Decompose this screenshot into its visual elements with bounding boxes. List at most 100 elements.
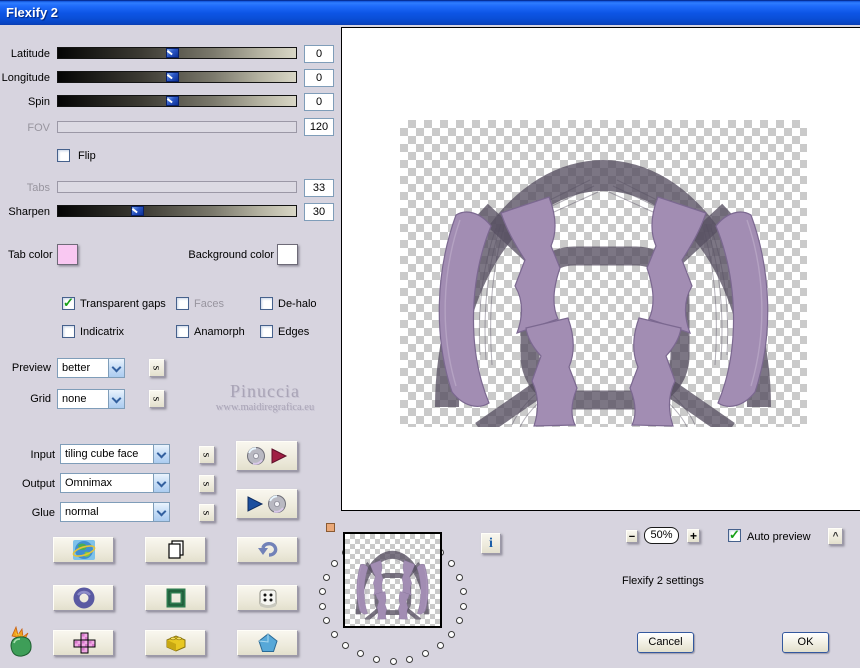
title-bar[interactable]: Flexify 2 (0, 0, 860, 25)
sharpen-slider-thumb[interactable] (130, 206, 144, 216)
latitude-slider[interactable] (57, 47, 297, 59)
undo-button[interactable] (237, 537, 298, 563)
fov-value[interactable]: 120 (304, 118, 334, 136)
torus-icon (73, 587, 94, 609)
longitude-slider-thumb[interactable] (166, 72, 180, 82)
longitude-slider[interactable] (57, 71, 297, 83)
output-shuffle-button[interactable]: s (199, 475, 215, 493)
anamorph-checkbox[interactable]: ✓ (176, 325, 189, 338)
info-button[interactable]: i (481, 533, 501, 554)
spin-slider-thumb[interactable] (166, 96, 180, 106)
dice-button[interactable] (237, 585, 298, 611)
input-label: Input (30, 449, 55, 461)
copy-pages-icon (167, 540, 184, 559)
ok-button[interactable]: OK (782, 632, 829, 653)
chevron-down-icon[interactable] (153, 474, 169, 492)
preset-dot[interactable] (447, 560, 455, 568)
sharpen-slider[interactable] (57, 205, 297, 217)
collapse-button[interactable]: ^ (828, 528, 843, 545)
latitude-value[interactable]: 0 (304, 45, 334, 63)
zoom-level[interactable]: 50% (644, 527, 679, 544)
zoom-in-button[interactable]: + (687, 529, 700, 543)
preset-dot[interactable] (422, 650, 430, 658)
preset-dot[interactable] (319, 588, 327, 596)
flip-checkbox[interactable]: ✓ (57, 149, 70, 162)
preset-dot[interactable] (447, 630, 455, 638)
preset-dot[interactable] (331, 630, 339, 638)
preview-transparency-checker (400, 120, 807, 427)
input-dropdown-value: tiling cube face (65, 448, 139, 460)
preview-dropdown-value: better (62, 362, 91, 374)
preview-dropdown[interactable]: better (57, 358, 125, 378)
input-shuffle-button[interactable]: s (199, 446, 215, 464)
gem-button[interactable] (237, 630, 298, 656)
globe-button[interactable] (53, 537, 114, 563)
brick-icon (166, 635, 185, 652)
preset-dot[interactable] (459, 588, 467, 596)
preview-shuffle-button[interactable]: s (149, 359, 165, 377)
spin-value[interactable]: 0 (304, 93, 334, 111)
preset-dot[interactable] (406, 655, 414, 663)
preset-marker-square[interactable] (326, 523, 335, 532)
unfold-button[interactable] (53, 630, 114, 656)
sharpen-value[interactable]: 30 (304, 203, 334, 221)
preview-panel[interactable] (341, 27, 860, 511)
preview-render-dome (400, 120, 807, 427)
square-ring-button[interactable] (145, 585, 206, 611)
copy-button[interactable] (145, 537, 206, 563)
edges-checkbox[interactable]: ✓ (260, 325, 273, 338)
export-settings-button[interactable] (236, 441, 298, 471)
zoom-out-button[interactable]: − (626, 530, 638, 543)
chevron-down-icon[interactable] (108, 359, 124, 377)
transparent-gaps-label: Transparent gaps (80, 298, 166, 310)
preset-dot[interactable] (323, 617, 331, 625)
tabs-value[interactable]: 33 (304, 179, 334, 197)
indicatrix-checkbox[interactable]: ✓ (62, 325, 75, 338)
preset-dot[interactable] (459, 602, 467, 610)
import-settings-button[interactable] (236, 489, 298, 519)
chevron-down-icon[interactable] (153, 445, 169, 463)
grid-shuffle-button[interactable]: s (149, 390, 165, 408)
preset-dot[interactable] (331, 560, 339, 568)
auto-preview-label: Auto preview (747, 531, 811, 543)
de-halo-checkbox[interactable]: ✓ (260, 297, 273, 310)
brick-button[interactable] (145, 630, 206, 656)
preset-dot[interactable] (455, 573, 463, 581)
chevron-down-icon[interactable] (108, 390, 124, 408)
settings-status-text: Flexify 2 settings (622, 575, 704, 587)
chevron-down-icon[interactable] (153, 503, 169, 521)
output-dropdown[interactable]: Omnimax (60, 473, 170, 493)
longitude-value[interactable]: 0 (304, 69, 334, 87)
preset-dot[interactable] (319, 602, 327, 610)
tab-color-label: Tab color (8, 249, 53, 261)
torus-button[interactable] (53, 585, 114, 611)
glue-label: Glue (31, 507, 55, 519)
tab-color-swatch[interactable] (57, 244, 78, 265)
unfolded-cube-icon (73, 632, 95, 654)
transparent-gaps-checkbox[interactable]: ✓ (62, 295, 75, 310)
preset-dot[interactable] (372, 655, 380, 663)
preset-dot[interactable] (436, 641, 444, 649)
longitude-label: Longitude (1, 72, 50, 84)
preset-thumbnail[interactable] (343, 532, 442, 628)
glue-shuffle-button[interactable]: s (199, 504, 215, 522)
cancel-button[interactable]: Cancel (637, 632, 694, 653)
background-color-swatch[interactable] (277, 244, 298, 265)
disc-export-icon (247, 447, 288, 465)
glue-dropdown[interactable]: normal (60, 502, 170, 522)
preset-dot[interactable] (323, 573, 331, 581)
input-dropdown[interactable]: tiling cube face (60, 444, 170, 464)
preset-dot[interactable] (389, 657, 397, 665)
grid-dropdown-value: none (62, 393, 87, 405)
auto-preview-checkbox[interactable]: ✓ (728, 527, 741, 542)
latitude-slider-thumb[interactable] (166, 48, 180, 58)
disc-import-icon (247, 495, 286, 513)
de-halo-label: De-halo (278, 298, 317, 310)
spin-slider[interactable] (57, 95, 297, 107)
preset-dot[interactable] (356, 650, 364, 658)
preset-dot[interactable] (342, 641, 350, 649)
grid-label: Grid (30, 393, 51, 405)
grid-dropdown[interactable]: none (57, 389, 125, 409)
watermark-name: Pinuccia (230, 381, 300, 401)
preset-dot[interactable] (455, 617, 463, 625)
